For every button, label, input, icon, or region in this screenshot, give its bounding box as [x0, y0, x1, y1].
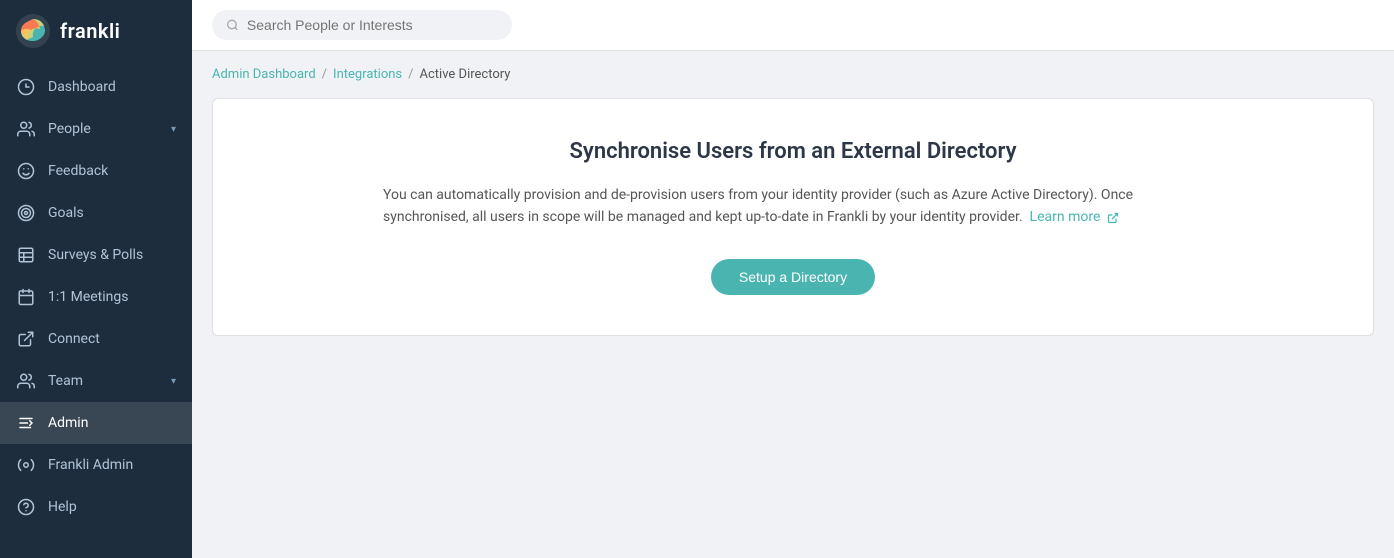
sidebar-item-meetings[interactable]: 1:1 Meetings	[0, 276, 192, 318]
sidebar-item-goals[interactable]: Goals	[0, 192, 192, 234]
main-area: Admin Dashboard / Integrations / Active …	[192, 0, 1394, 558]
team-icon	[16, 371, 36, 391]
search-icon	[226, 18, 239, 32]
breadcrumb-sep-1: /	[322, 67, 327, 82]
breadcrumb-admin-dashboard[interactable]: Admin Dashboard	[212, 67, 316, 82]
search-box[interactable]	[212, 10, 512, 40]
dashboard-icon	[16, 77, 36, 97]
sync-card: Synchronise Users from an External Direc…	[212, 98, 1374, 336]
people-chevron-icon: ▾	[171, 124, 176, 135]
card-description-text: You can automatically provision and de-p…	[383, 187, 1133, 225]
sidebar-item-admin-label: Admin	[48, 415, 176, 431]
card-description: You can automatically provision and de-p…	[383, 184, 1203, 229]
breadcrumb-active-directory: Active Directory	[420, 67, 511, 82]
external-link-icon	[1107, 212, 1119, 224]
sidebar-item-team-label: Team	[48, 373, 159, 389]
connect-icon	[16, 329, 36, 349]
sidebar-item-surveys-label: Surveys & Polls	[48, 247, 176, 263]
help-icon	[16, 497, 36, 517]
sidebar-item-dashboard-label: Dashboard	[48, 79, 176, 95]
sidebar-item-goals-label: Goals	[48, 205, 176, 221]
goals-icon	[16, 203, 36, 223]
sidebar-item-help-label: Help	[48, 499, 176, 515]
setup-directory-button[interactable]: Setup a Directory	[711, 259, 875, 295]
team-chevron-icon: ▾	[171, 376, 176, 387]
sidebar-item-people[interactable]: People ▾	[0, 108, 192, 150]
people-icon	[16, 119, 36, 139]
card-title: Synchronise Users from an External Direc…	[273, 139, 1313, 164]
sidebar-item-dashboard[interactable]: Dashboard	[0, 66, 192, 108]
search-input[interactable]	[247, 17, 498, 33]
sidebar-item-connect-label: Connect	[48, 331, 176, 347]
sidebar-item-surveys[interactable]: Surveys & Polls	[0, 234, 192, 276]
sidebar-item-frankli-admin[interactable]: Frankli Admin	[0, 444, 192, 486]
content-area: Admin Dashboard / Integrations / Active …	[192, 51, 1394, 558]
sidebar-item-feedback[interactable]: Feedback	[0, 150, 192, 192]
sidebar-item-connect[interactable]: Connect	[0, 318, 192, 360]
sidebar-item-frankli-admin-label: Frankli Admin	[48, 457, 176, 473]
sidebar-item-admin[interactable]: Admin	[0, 402, 192, 444]
sidebar-nav: Dashboard People ▾ Feedback	[0, 62, 192, 558]
sidebar-item-people-label: People	[48, 121, 159, 137]
frankli-logo-icon	[16, 14, 50, 48]
frankli-admin-icon	[16, 455, 36, 475]
breadcrumb: Admin Dashboard / Integrations / Active …	[212, 67, 1374, 82]
sidebar: frankli Dashboard People ▾	[0, 0, 192, 558]
sidebar-item-meetings-label: 1:1 Meetings	[48, 289, 176, 305]
surveys-icon	[16, 245, 36, 265]
learn-more-link[interactable]: Learn more	[1030, 209, 1101, 225]
admin-icon	[16, 413, 36, 433]
feedback-icon	[16, 161, 36, 181]
topbar	[192, 0, 1394, 51]
sidebar-item-team[interactable]: Team ▾	[0, 360, 192, 402]
breadcrumb-integrations[interactable]: Integrations	[333, 67, 402, 82]
breadcrumb-sep-2: /	[408, 67, 413, 82]
logo-area: frankli	[0, 0, 192, 62]
meetings-icon	[16, 287, 36, 307]
sidebar-item-help[interactable]: Help	[0, 486, 192, 528]
app-name: frankli	[60, 19, 120, 43]
sidebar-item-feedback-label: Feedback	[48, 163, 176, 179]
